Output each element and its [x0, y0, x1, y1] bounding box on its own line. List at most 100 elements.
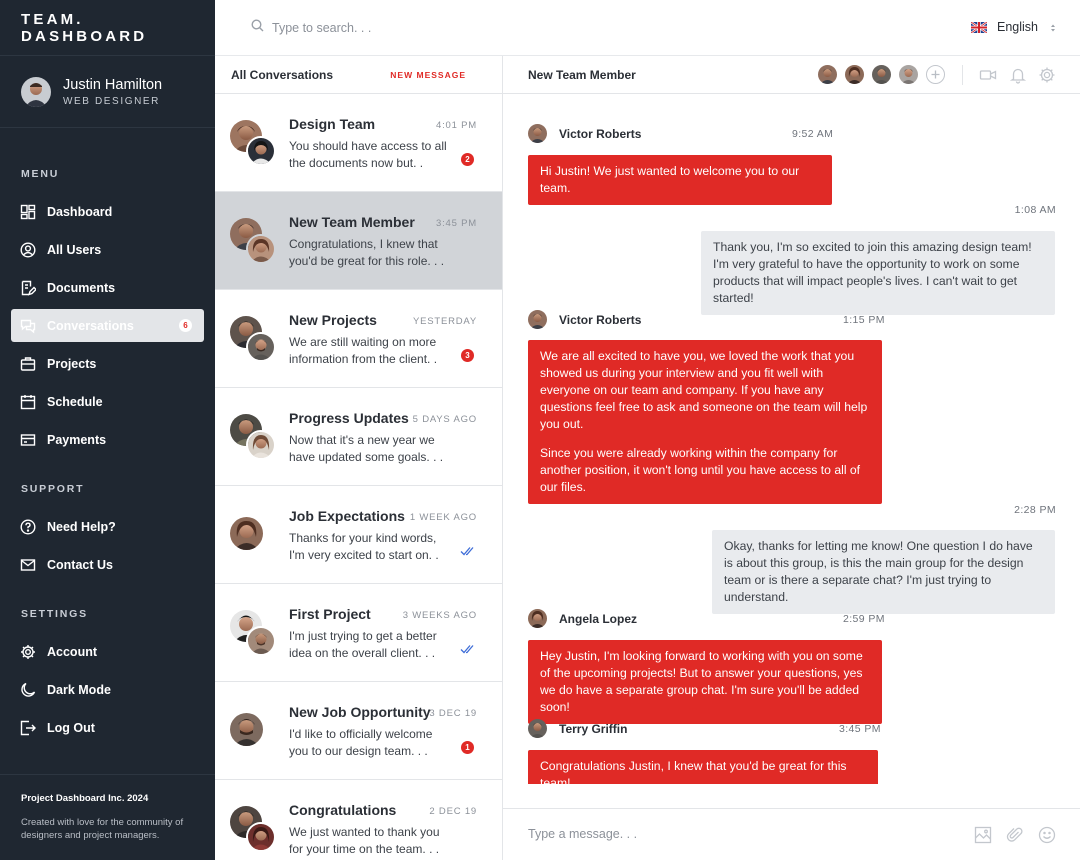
conversation-preview: I'd like to officially welcome you to ou…	[289, 727, 433, 758]
all-conversations-title: All Conversations	[231, 67, 334, 82]
nav-label: Projects	[47, 356, 97, 371]
language-selector[interactable]: English	[970, 20, 1055, 34]
conversation-time: 3 DEC 19	[429, 708, 477, 719]
conversation-time: 1 WEEK AGO	[409, 512, 477, 523]
nav-label: Contact Us	[47, 557, 113, 572]
message-sender: Victor Roberts	[528, 124, 641, 143]
conversation-title: Job Expectations	[289, 508, 405, 524]
chat-title: New Team Member	[528, 68, 636, 82]
nav-label: Payments	[47, 432, 107, 447]
chat-icon	[20, 318, 36, 334]
participant-avatar[interactable]	[899, 65, 918, 84]
emoji-icon[interactable]	[1038, 826, 1056, 844]
conversation-item[interactable]: New Job Opportunity 3 DEC 19 I'd like to…	[215, 682, 502, 780]
message-thread: Victor Roberts 9:52 AM Hi Justin! We jus…	[503, 94, 1080, 784]
conversation-preview: You should have access to all the docume…	[289, 139, 447, 170]
nav-need-help[interactable]: Need Help?	[11, 510, 204, 543]
nav-label: All Users	[47, 242, 102, 257]
avatar	[246, 136, 276, 166]
nav-conversations[interactable]: Conversations 6	[11, 309, 204, 342]
settings-gear-icon[interactable]	[1038, 66, 1056, 84]
conversation-item[interactable]: First Project 3 WEEKS AGO I'm just tryin…	[215, 584, 502, 682]
nav-account[interactable]: Account	[11, 635, 204, 668]
nav-log-out[interactable]: Log Out	[11, 711, 204, 744]
nav-label: Dark Mode	[47, 682, 111, 697]
nav-projects[interactable]: Projects	[11, 347, 204, 380]
conversation-time: 5 DAYS AGO	[412, 414, 477, 425]
conversation-preview: Congratulations, I knew that you'd be gr…	[289, 237, 445, 268]
nav-documents[interactable]: Documents	[11, 271, 204, 304]
brand-logo[interactable]: TEAM. DASHBOARD	[0, 0, 215, 56]
moon-icon	[20, 682, 36, 698]
conversation-item[interactable]: New Team Member 3:45 PM Congratulations,…	[215, 192, 502, 290]
chevron-updown-icon	[1049, 22, 1057, 34]
nav-payments[interactable]: Payments	[11, 423, 204, 456]
message-sender: Victor Roberts	[528, 310, 641, 329]
nav-label: Log Out	[47, 720, 95, 735]
conversation-preview: We just wanted to thank you for your tim…	[289, 825, 440, 856]
add-participant-button[interactable]	[926, 65, 945, 84]
avatar	[230, 713, 263, 746]
search-icon	[251, 19, 264, 37]
footer-tagline: Created with love for the community of d…	[21, 817, 184, 841]
unread-badge: 3	[461, 349, 474, 362]
avatar	[230, 517, 263, 550]
message-sender: Angela Lopez	[528, 609, 637, 628]
conversation-time: 3 WEEKS AGO	[402, 610, 477, 621]
conversation-item[interactable]: New Projects YESTERDAY We are still wait…	[215, 290, 502, 388]
bell-icon[interactable]	[1009, 66, 1027, 84]
chat-header: New Team Member	[503, 56, 1080, 94]
conversation-item[interactable]: Congratulations 2 DEC 19 We just wanted …	[215, 780, 502, 860]
message-bubble: Hey Justin, I'm looking forward to worki…	[528, 640, 882, 724]
participant-avatar[interactable]	[872, 65, 891, 84]
nav-label: Account	[47, 644, 97, 659]
user-avatar	[21, 76, 51, 107]
nav-label: Conversations	[47, 318, 134, 333]
nav-label: Documents	[47, 280, 116, 295]
mail-icon	[20, 557, 36, 573]
avatar	[246, 430, 276, 460]
conversations-count-badge: 6	[179, 319, 192, 332]
message-time: 2:59 PM	[843, 613, 885, 625]
sender-name: Angela Lopez	[559, 611, 638, 626]
conversation-title: Progress Updates	[289, 410, 409, 426]
search-bar	[251, 19, 572, 37]
user-profile[interactable]: Justin Hamilton WEB DESIGNER	[0, 56, 215, 128]
participant-avatar[interactable]	[818, 65, 837, 84]
participant-avatars	[818, 65, 945, 84]
message-time: 9:52 AM	[792, 128, 834, 140]
nav-dark-mode[interactable]: Dark Mode	[11, 673, 204, 706]
paperclip-icon[interactable]	[1006, 826, 1024, 844]
sidebar-footer: Project Dashboard Inc. 2024 Created with…	[0, 774, 215, 860]
search-input[interactable]	[272, 21, 572, 35]
conversation-item[interactable]: Job Expectations 1 WEEK AGO Thanks for y…	[215, 486, 502, 584]
document-icon	[20, 280, 36, 296]
message-sender: Terry Griffin	[528, 719, 627, 738]
conversation-item[interactable]: Progress Updates 5 DAYS AGO Now that it'…	[215, 388, 502, 486]
double-check-icon	[460, 642, 476, 654]
conversation-preview: Thanks for your kind words, I'm very exc…	[289, 531, 439, 562]
nav-label: Need Help?	[47, 519, 116, 534]
nav-dashboard[interactable]: Dashboard	[11, 195, 204, 228]
conversation-time: 4:01 PM	[436, 120, 477, 131]
question-icon	[20, 518, 36, 535]
sender-avatar	[528, 124, 547, 143]
avatar	[246, 332, 276, 362]
participant-avatar[interactable]	[845, 65, 864, 84]
settings-section-title: SETTINGS	[21, 608, 88, 620]
message-input[interactable]	[528, 827, 828, 841]
sender-avatar	[528, 609, 547, 628]
image-icon[interactable]	[974, 826, 992, 844]
conversation-item[interactable]: Design Team 4:01 PM You should have acce…	[215, 94, 502, 192]
language-label: English	[997, 20, 1038, 34]
video-call-icon[interactable]	[979, 66, 997, 84]
nav-contact-us[interactable]: Contact Us	[11, 548, 204, 581]
sender-name: Victor Roberts	[559, 312, 642, 327]
nav-schedule[interactable]: Schedule	[11, 385, 204, 418]
new-message-button[interactable]: NEW MESSAGE	[390, 70, 466, 80]
uk-flag-icon	[970, 20, 988, 34]
sidebar: TEAM. DASHBOARD Justin Hamilton WEB DESI…	[0, 0, 215, 860]
nav-all-users[interactable]: All Users	[11, 233, 204, 266]
card-icon	[20, 432, 36, 448]
sender-avatar	[528, 719, 547, 738]
